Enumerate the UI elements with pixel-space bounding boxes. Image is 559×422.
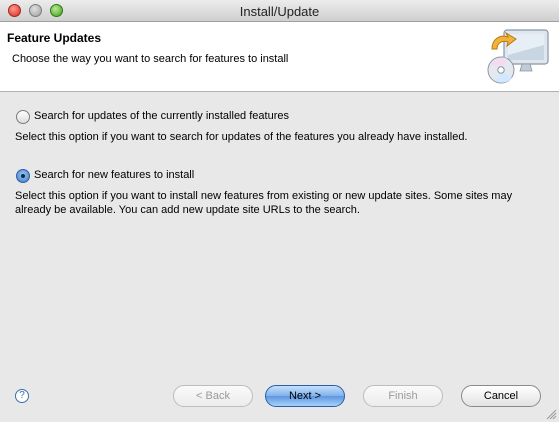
option-search-new-features-description: Select this option if you want to instal… <box>15 190 513 216</box>
option-search-updates-label[interactable]: Search for updates of the currently inst… <box>34 110 289 122</box>
wizard-banner: Feature Updates Choose the way you want … <box>0 22 559 92</box>
install-update-window: Install/Update Feature Updates Choose th… <box>0 0 559 422</box>
install-update-icon <box>487 29 549 84</box>
option-search-new-features-label[interactable]: Search for new features to install <box>34 169 194 181</box>
finish-button[interactable]: Finish <box>363 385 443 407</box>
radio-search-new-features[interactable] <box>16 169 30 183</box>
banner-title: Feature Updates <box>7 31 102 45</box>
window-title: Install/Update <box>239 4 320 19</box>
cancel-button[interactable]: Cancel <box>461 385 541 407</box>
title-bar[interactable]: Install/Update <box>0 0 559 22</box>
help-icon[interactable]: ? <box>15 389 29 403</box>
resize-grip-icon[interactable] <box>546 409 557 420</box>
back-button[interactable]: < Back <box>173 385 253 407</box>
option-search-updates-description: Select this option if you want to search… <box>15 131 468 143</box>
banner-description: Choose the way you want to search for fe… <box>12 53 289 65</box>
next-button[interactable]: Next > <box>265 385 345 407</box>
radio-search-updates[interactable] <box>16 110 30 124</box>
